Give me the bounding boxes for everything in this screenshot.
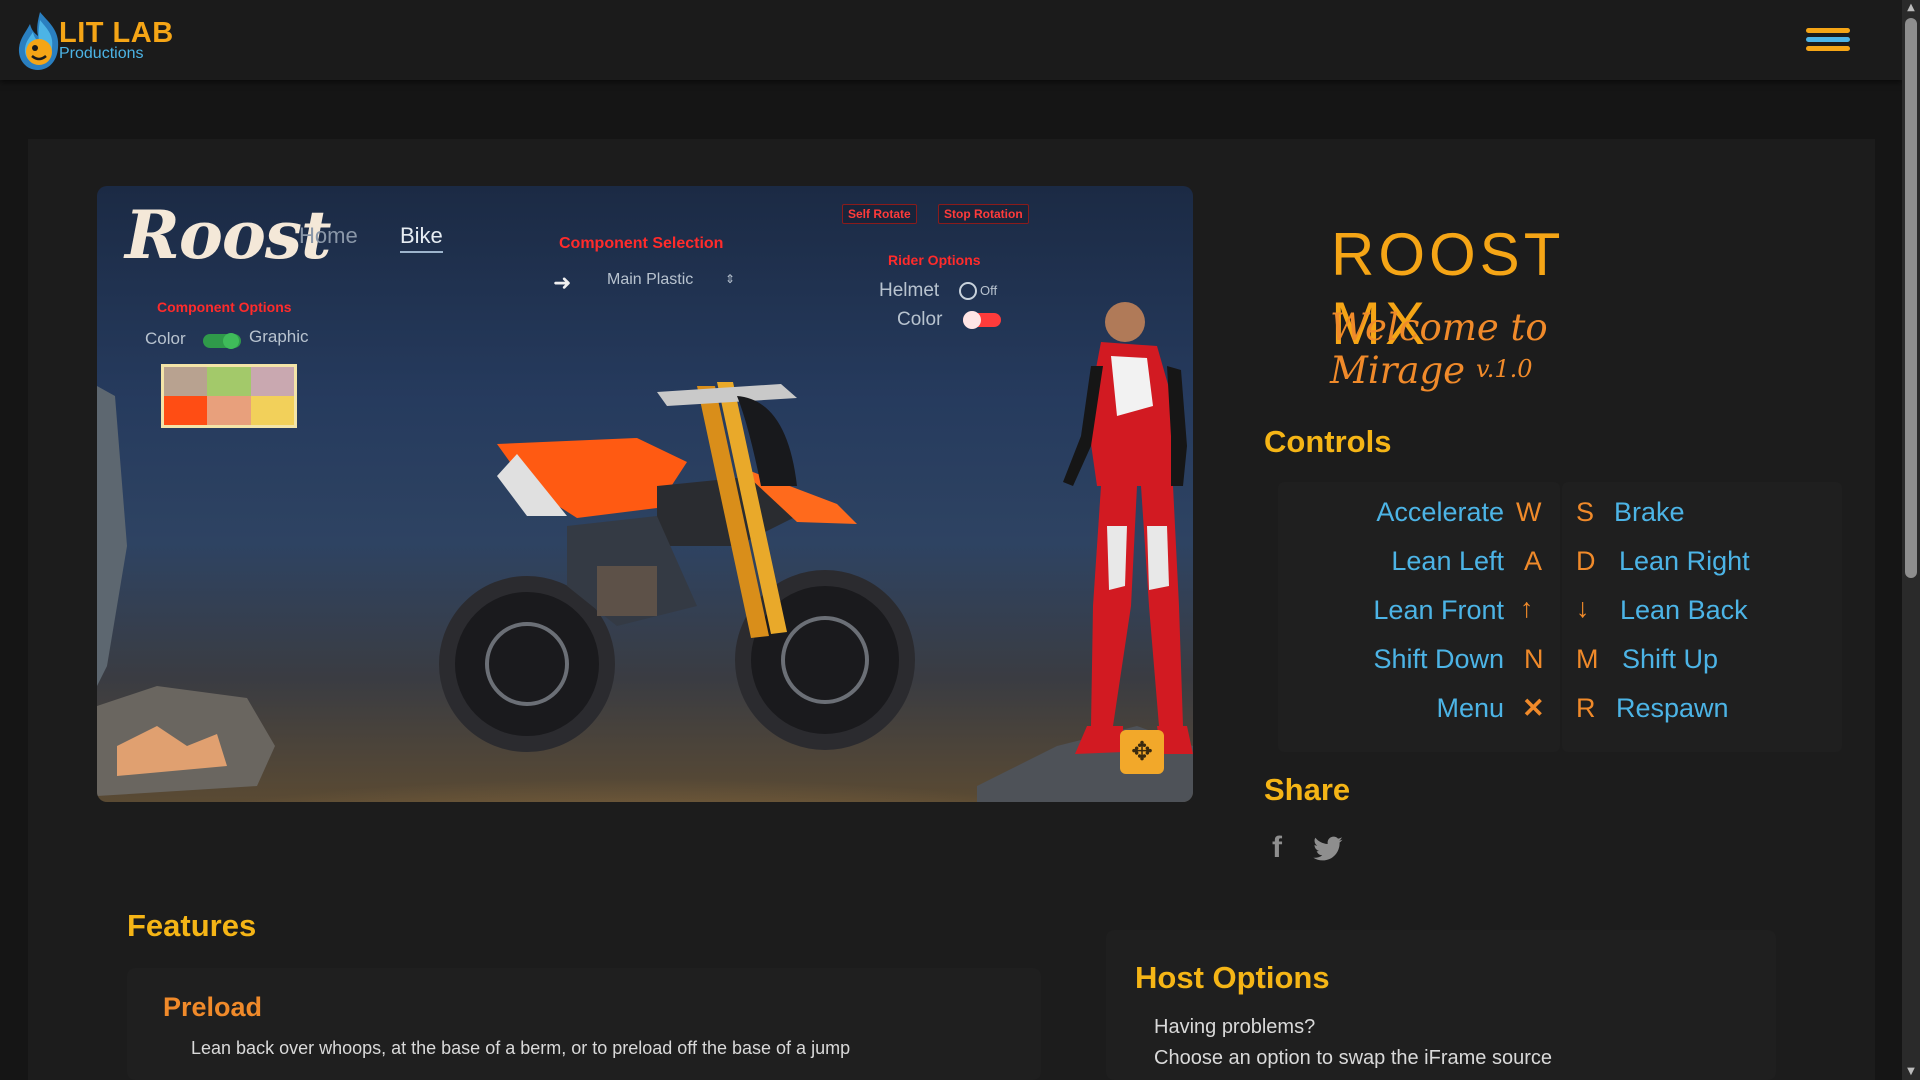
share-heading: Share: [1264, 772, 1351, 807]
control-key-s: S: [1576, 497, 1595, 527]
color-option-label: Color: [145, 329, 186, 348]
swatch-color[interactable]: [207, 367, 251, 396]
feature-title: Preload: [163, 992, 263, 1022]
swatch-color[interactable]: [164, 367, 208, 396]
control-action-respawn: Respawn: [1616, 693, 1729, 723]
control-key-r: R: [1576, 693, 1596, 723]
control-action-brake: Brake: [1614, 497, 1685, 527]
control-action-accelerate: Accelerate: [1376, 497, 1504, 527]
control-action-lean-front: Lean Front: [1373, 595, 1504, 625]
facebook-icon[interactable]: f: [1272, 831, 1282, 865]
control-key-a: A: [1524, 546, 1543, 576]
control-action-lean-left: Lean Left: [1391, 546, 1504, 576]
page-scrollbar[interactable]: ▲ ▼: [1902, 0, 1920, 1080]
component-selection-value[interactable]: Main Plastic: [607, 271, 693, 289]
brand-title[interactable]: LIT LAB: [59, 18, 174, 48]
game-version: v.1.0: [1476, 355, 1533, 383]
rider-color-toggle[interactable]: [963, 311, 1001, 329]
color-graphic-toggle[interactable]: [203, 333, 241, 349]
scroll-up-arrow-icon[interactable]: ▲: [1902, 0, 1920, 16]
feature-card-preload: Preload Lean back over whoops, at the ba…: [127, 968, 1041, 1080]
host-options-line2: Choose an option to swap the iFrame sour…: [1154, 1047, 1552, 1069]
scroll-down-arrow-icon[interactable]: ▼: [1902, 1064, 1920, 1080]
color-swatch-palette[interactable]: [161, 364, 297, 428]
rider-options-title: Rider Options: [888, 252, 981, 268]
features-heading: Features: [127, 908, 257, 943]
self-rotate-button[interactable]: Self Rotate: [842, 204, 917, 224]
twitter-icon[interactable]: [1312, 836, 1344, 864]
component-dropdown-chevron-icon[interactable]: ⇕: [725, 272, 735, 286]
helmet-radio[interactable]: [959, 282, 977, 300]
top-navigation-bar: LIT LAB Productions: [0, 0, 1902, 80]
control-action-lean-back: Lean Back: [1620, 595, 1748, 625]
host-options-line1: Having problems?: [1154, 1016, 1316, 1038]
swatch-color[interactable]: [250, 367, 294, 396]
control-action-shift-up: Shift Up: [1622, 644, 1719, 674]
control-key-w: W: [1516, 497, 1542, 527]
swatch-color[interactable]: [207, 396, 251, 425]
feature-description: Lean back over whoops, at the base of a …: [191, 1038, 851, 1058]
host-options-heading: Host Options: [1135, 960, 1330, 995]
game-iframe[interactable]: Roost Home Bike Component Options Color …: [97, 186, 1193, 802]
component-options-title: Component Options: [157, 299, 292, 315]
game-nav-home[interactable]: Home: [299, 223, 358, 249]
control-key-m: M: [1576, 644, 1599, 674]
control-key-n: N: [1524, 644, 1544, 674]
scrollbar-thumb[interactable]: [1905, 18, 1917, 578]
control-action-menu: Menu: [1436, 693, 1504, 723]
graphic-option-label: Graphic: [249, 327, 309, 346]
hamburger-menu-icon[interactable]: [1806, 25, 1850, 55]
move-arrows-icon[interactable]: ✥: [1120, 730, 1164, 774]
component-selection-title: Component Selection: [559, 235, 724, 252]
rider-color-label: Color: [897, 309, 943, 330]
previous-component-arrow-icon[interactable]: ➜: [553, 270, 571, 296]
brand-subtitle[interactable]: Productions: [59, 45, 144, 63]
arrow-down-icon: ↓: [1576, 593, 1590, 623]
swatch-color[interactable]: [164, 396, 208, 425]
arrow-up-icon: ↑: [1520, 593, 1534, 623]
control-key-d: D: [1576, 546, 1596, 576]
control-action-shift-down: Shift Down: [1373, 644, 1504, 674]
game-nav-bike[interactable]: Bike: [400, 223, 443, 253]
swatch-color[interactable]: [250, 396, 294, 425]
host-options-card: Host Options Having problems? Choose an …: [1106, 930, 1776, 1080]
control-action-lean-right: Lean Right: [1619, 546, 1750, 576]
helmet-value: Off: [980, 283, 998, 298]
helmet-label: Helmet: [879, 280, 940, 301]
close-x-icon: ✕: [1522, 693, 1545, 723]
controls-heading: Controls: [1264, 424, 1392, 459]
stop-rotation-button[interactable]: Stop Rotation: [938, 204, 1029, 224]
